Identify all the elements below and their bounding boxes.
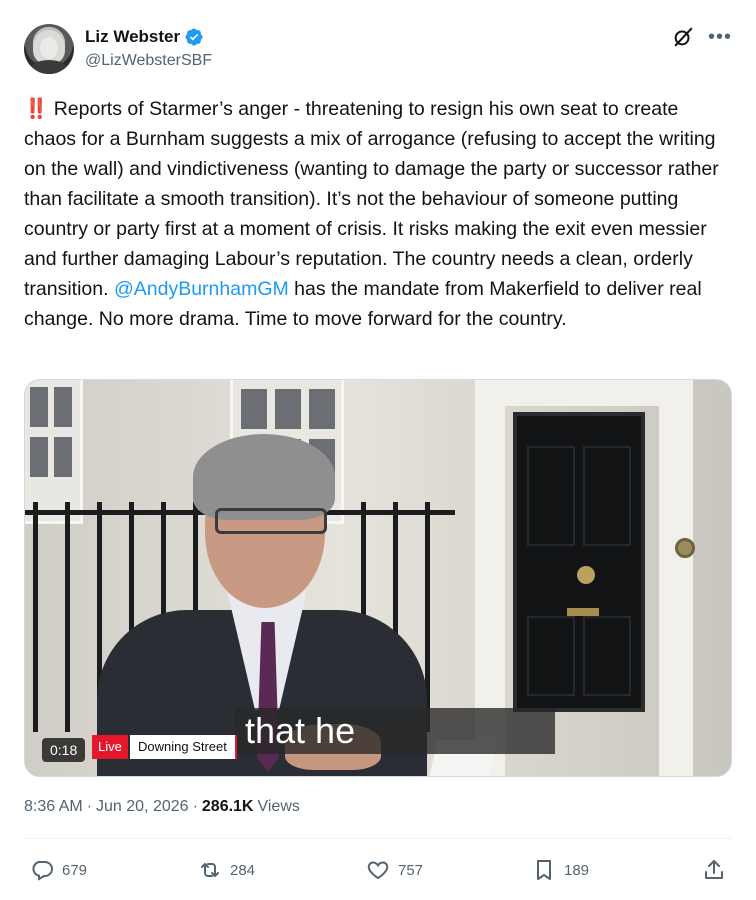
verified-badge-icon — [185, 28, 203, 46]
meta-separator: · — [192, 798, 198, 815]
repost-button[interactable]: 284 — [198, 858, 255, 882]
repost-count: 284 — [230, 861, 256, 879]
live-badge: Live — [92, 735, 128, 759]
location-badge: Downing Street — [130, 735, 237, 759]
bookmark-button[interactable]: 189 — [532, 858, 589, 882]
tweet-time[interactable]: 8:36 AM — [24, 798, 83, 816]
grok-icon[interactable] — [672, 26, 694, 48]
like-count: 757 — [398, 861, 424, 879]
tweet-text: ‼️ Reports of Starmer’s anger - threaten… — [24, 94, 732, 334]
share-icon — [705, 860, 723, 879]
video-duration: 0:18 — [42, 738, 86, 762]
repost-icon — [201, 863, 219, 877]
double-exclamation-icon: ‼️ — [24, 98, 49, 120]
more-icon[interactable]: ••• — [708, 27, 732, 47]
views-count: 286.1K — [201, 798, 254, 815]
mention-link[interactable]: @AndyBurnhamGM — [114, 278, 289, 300]
divider — [24, 838, 732, 839]
tweet-meta: 8:36 AM · Jun 20, 2026 · 286.1K Views — [24, 798, 300, 816]
bookmark-count: 189 — [564, 861, 590, 879]
tweet-date[interactable]: Jun 20, 2026 — [96, 798, 189, 816]
reply-icon — [32, 861, 53, 881]
reply-button[interactable]: 679 — [30, 858, 87, 882]
reply-count: 679 — [62, 861, 88, 879]
like-icon — [367, 861, 389, 880]
video-player[interactable]: that he 0:18 Live Downing Street — [24, 379, 732, 777]
tweet-text-part1: Reports of Starmer’s anger - threatening… — [24, 98, 719, 300]
action-bar: 679 284 757 189 — [30, 858, 730, 888]
author-display-name[interactable]: Liz Webster — [85, 27, 180, 47]
video-caption: that he — [235, 708, 555, 754]
bookmark-icon — [537, 860, 551, 880]
tweet-header: Liz Webster @LizWebsterSBF ••• — [24, 24, 732, 76]
share-button[interactable] — [702, 858, 726, 882]
meta-separator: · — [86, 798, 93, 815]
avatar[interactable] — [24, 24, 74, 74]
author-handle[interactable]: @LizWebsterSBF — [85, 52, 212, 70]
like-button[interactable]: 757 — [366, 858, 423, 882]
views-label: Views — [257, 798, 300, 815]
author-block: Liz Webster @LizWebsterSBF — [85, 26, 212, 70]
